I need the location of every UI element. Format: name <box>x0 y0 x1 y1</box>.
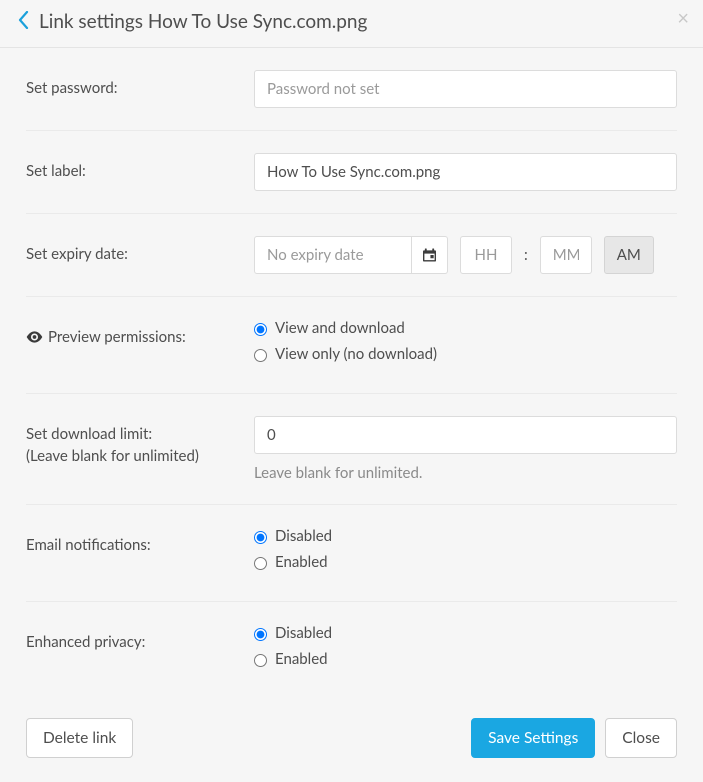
row-expiry: Set expiry date: : AM <box>26 214 677 297</box>
preview-option-view-download[interactable]: View and download <box>254 319 677 337</box>
expiry-date-input[interactable] <box>254 236 412 274</box>
row-download-limit: Set download limit: (Leave blank for unl… <box>26 394 677 505</box>
row-email-notifications: Email notifications: Disabled Enabled <box>26 505 677 602</box>
save-settings-button[interactable]: Save Settings <box>471 718 595 758</box>
row-label: Set label: <box>26 131 677 214</box>
delete-link-button[interactable]: Delete link <box>26 718 133 758</box>
preview-option-view-only[interactable]: View only (no download) <box>254 345 677 363</box>
privacy-option-enabled[interactable]: Enabled <box>254 650 677 668</box>
modal-title: Link settings How To Use Sync.com.png <box>39 10 367 33</box>
download-limit-input[interactable] <box>254 416 677 454</box>
password-input[interactable] <box>254 70 677 108</box>
preview-permissions-label: Preview permissions: <box>26 319 254 349</box>
download-limit-label: Set download limit: (Leave blank for unl… <box>26 416 254 468</box>
row-enhanced-privacy: Enhanced privacy: Disabled Enabled <box>26 602 677 698</box>
email-notifications-label: Email notifications: <box>26 527 254 557</box>
privacy-radio-enabled[interactable] <box>254 654 267 667</box>
calendar-icon[interactable] <box>412 236 448 274</box>
enhanced-privacy-label: Enhanced privacy: <box>26 624 254 654</box>
row-password: Set password: <box>26 48 677 131</box>
email-option-disabled[interactable]: Disabled <box>254 527 677 545</box>
preview-radio-view-only[interactable] <box>254 349 267 362</box>
preview-radio-view-download[interactable] <box>254 323 267 336</box>
label-input[interactable] <box>254 153 677 191</box>
password-label: Set password: <box>26 70 254 100</box>
modal-header: Link settings How To Use Sync.com.png × <box>0 0 703 48</box>
modal-body: Set password: Set label: Set expiry date… <box>0 48 703 698</box>
privacy-option-disabled[interactable]: Disabled <box>254 624 677 642</box>
close-icon[interactable]: × <box>677 8 689 28</box>
email-radio-enabled[interactable] <box>254 557 267 570</box>
back-chevron-icon[interactable] <box>18 11 29 32</box>
label-field-label: Set label: <box>26 153 254 183</box>
expiry-hour-input[interactable] <box>460 236 512 274</box>
expiry-minute-input[interactable] <box>540 236 592 274</box>
close-button[interactable]: Close <box>605 718 677 758</box>
modal-footer: Delete link Save Settings Close <box>0 698 703 782</box>
row-preview-permissions: Preview permissions: View and download V… <box>26 297 677 394</box>
privacy-radio-disabled[interactable] <box>254 628 267 641</box>
email-radio-disabled[interactable] <box>254 531 267 544</box>
time-colon: : <box>524 246 528 264</box>
download-limit-hint: Leave blank for unlimited. <box>254 464 677 482</box>
email-option-enabled[interactable]: Enabled <box>254 553 677 571</box>
expiry-label: Set expiry date: <box>26 236 254 266</box>
link-settings-modal: Link settings How To Use Sync.com.png × … <box>0 0 703 782</box>
ampm-toggle[interactable]: AM <box>604 236 654 274</box>
eye-icon <box>26 327 42 349</box>
